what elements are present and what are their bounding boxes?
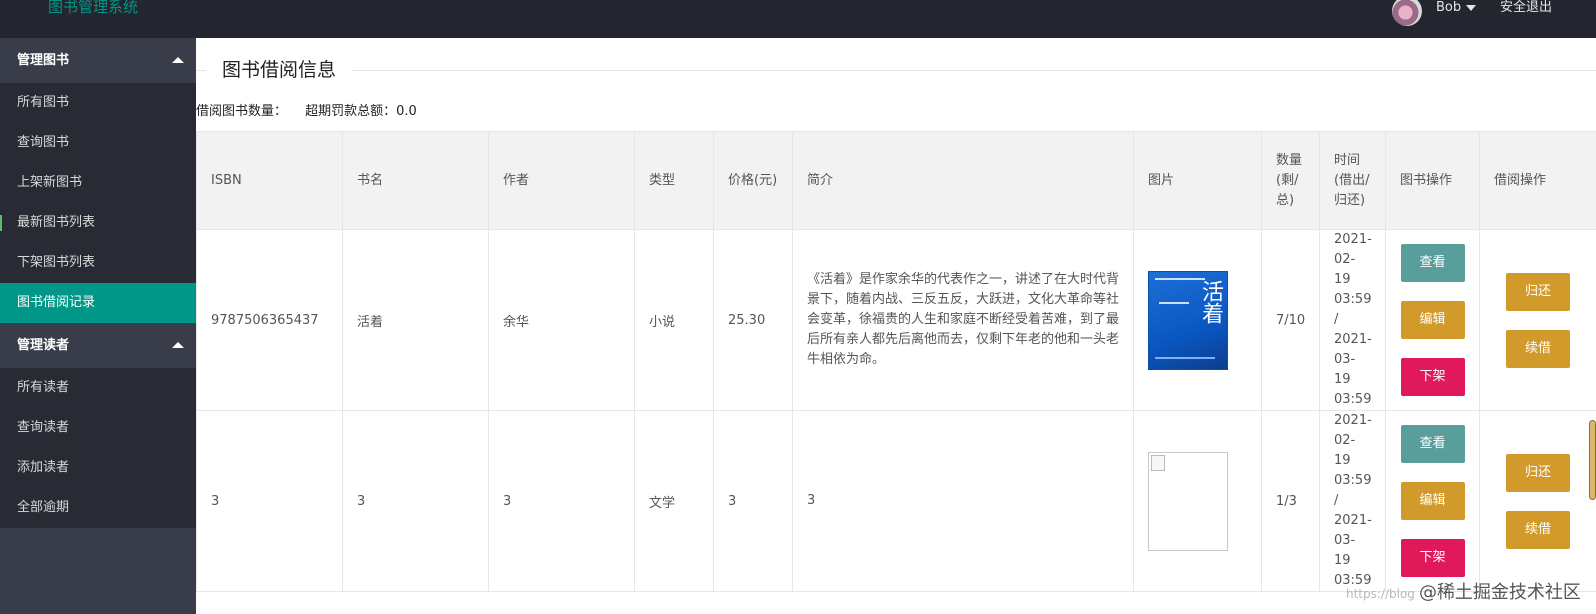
sidebar-item-add-book[interactable]: 上架新图书 — [0, 163, 196, 203]
cell-book-actions: 查看 编辑 下架 — [1385, 410, 1480, 592]
watermark: https://blog @稀土掘金技术社区 — [1346, 584, 1581, 602]
edit-button[interactable]: 编辑 — [1400, 482, 1465, 520]
broken-image-glyph — [1151, 454, 1165, 471]
broken-image-icon — [1148, 451, 1228, 551]
renew-button[interactable]: 续借 — [1506, 329, 1570, 368]
nav-group-label: 管理读者 — [17, 338, 70, 353]
cell-isbn: 9787506365437 — [196, 229, 343, 411]
col-header-author: 作者 — [488, 131, 635, 230]
sidebar-item-add-reader[interactable]: 添加读者 — [0, 448, 196, 488]
scrollbar-thumb[interactable] — [1589, 420, 1596, 500]
cover-title-graphic: 活着 — [1198, 279, 1223, 324]
col-header-borrow-actions: 借阅操作 — [1479, 131, 1596, 230]
chevron-up-icon — [172, 342, 184, 348]
sidebar-item-search-readers[interactable]: 查询读者 — [0, 408, 196, 448]
col-header-time: 时间(借出/归还) — [1319, 131, 1386, 230]
cell-title: 活着 — [342, 229, 489, 411]
cell-intro: 3 — [792, 410, 1134, 592]
renew-button[interactable]: 续借 — [1506, 510, 1570, 549]
chevron-up-icon — [172, 57, 184, 63]
cell-image — [1133, 410, 1262, 592]
cell-borrow-actions: 归还 续借 — [1479, 410, 1596, 592]
borrow-table: ISBN 书名 作者 类型 价格(元) 简介 图片 数量(剩/总) 时间(借出/… — [196, 131, 1596, 592]
nav-group-manage-books[interactable]: 管理图书 — [0, 38, 196, 83]
cell-title: 3 — [342, 410, 489, 592]
fine-total-label: 超期罚款总额：0.0 — [305, 104, 417, 119]
return-button[interactable]: 归还 — [1506, 272, 1570, 311]
off-shelf-button[interactable]: 下架 — [1400, 539, 1465, 577]
main-content: 图书借阅信息 借阅图书数量： 超期罚款总额：0.0 ISBN 书名 作者 类型 … — [196, 38, 1596, 614]
sidebar-item-latest-books[interactable]: 最新图书列表 — [0, 203, 196, 243]
borrow-summary: 借阅图书数量： 超期罚款总额：0.0 — [196, 104, 431, 120]
edit-button[interactable]: 编辑 — [1400, 301, 1465, 339]
col-header-image: 图片 — [1133, 131, 1262, 230]
cell-price: 3 — [713, 410, 793, 592]
cell-time: 2021-02-19 03:59 / 2021-03-19 03:59 — [1319, 229, 1386, 411]
cell-quantity: 1/3 — [1261, 410, 1320, 592]
cover-line — [1159, 301, 1189, 304]
col-header-title: 书名 — [342, 131, 489, 230]
app-title[interactable]: 图书管理系统 — [48, 0, 138, 16]
divider — [196, 70, 1596, 71]
watermark-site: @稀土掘金技术社区 — [1418, 582, 1581, 603]
cover-line — [1155, 356, 1215, 359]
book-cover-image: 活着 — [1148, 270, 1228, 370]
cell-type: 文学 — [634, 410, 714, 592]
table-row: 9787506365437 活着 余华 小说 25.30 《活着》是作家余华的代… — [196, 229, 1596, 411]
page-title: 图书借阅信息 — [206, 56, 353, 84]
cell-intro: 《活着》是作家余华的代表作之一，讲述了在大时代背景下，随着内战、三反五反，大跃进… — [792, 229, 1134, 411]
sidebar-item-all-readers[interactable]: 所有读者 — [0, 368, 196, 408]
cell-quantity: 7/10 — [1261, 229, 1320, 411]
cell-isbn: 3 — [196, 410, 343, 592]
col-header-quantity: 数量(剩/总) — [1261, 131, 1320, 230]
nav-list-books: 所有图书 查询图书 上架新图书 最新图书列表 下架图书列表 图书借阅记录 — [0, 83, 196, 323]
return-button[interactable]: 归还 — [1506, 453, 1570, 492]
cell-image: 活着 — [1133, 229, 1262, 411]
logout-link[interactable]: 安全退出 — [1500, 0, 1552, 16]
user-name[interactable]: Bob — [1436, 0, 1461, 16]
cell-time: 2021-02-19 03:59 / 2021-03-19 03:59 — [1319, 410, 1386, 592]
sidebar-item-borrow-records[interactable]: 图书借阅记录 — [0, 283, 196, 323]
sidebar-item-offshelf-books[interactable]: 下架图书列表 — [0, 243, 196, 283]
cell-book-actions: 查看 编辑 下架 — [1385, 229, 1480, 411]
user-avatar[interactable] — [1392, 0, 1422, 26]
nav-group-label: 管理图书 — [17, 53, 70, 68]
sidebar: 管理图书 所有图书 查询图书 上架新图书 最新图书列表 下架图书列表 图书借阅记… — [0, 38, 196, 614]
view-button[interactable]: 查看 — [1400, 425, 1465, 463]
cell-author: 3 — [488, 410, 635, 592]
col-header-price: 价格(元) — [713, 131, 793, 230]
caret-down-icon[interactable] — [1466, 5, 1476, 11]
borrow-count-label: 借阅图书数量： — [196, 104, 288, 119]
cell-author: 余华 — [488, 229, 635, 411]
sidebar-item-overdue[interactable]: 全部逾期 — [0, 488, 196, 528]
top-bar: 图书管理系统 Bob 安全退出 — [0, 0, 1596, 38]
table-header-row: ISBN 书名 作者 类型 价格(元) 简介 图片 数量(剩/总) 时间(借出/… — [196, 131, 1596, 230]
table-row: 3 3 3 文学 3 3 1/3 2021-02-19 03:59 / 2021… — [196, 410, 1596, 592]
sidebar-item-all-books[interactable]: 所有图书 — [0, 83, 196, 123]
col-header-intro: 简介 — [792, 131, 1134, 230]
cell-type: 小说 — [634, 229, 714, 411]
off-shelf-button[interactable]: 下架 — [1400, 358, 1465, 396]
col-header-type: 类型 — [634, 131, 714, 230]
nav-group-manage-readers[interactable]: 管理读者 — [0, 323, 196, 368]
cell-borrow-actions: 归还 续借 — [1479, 229, 1596, 411]
view-button[interactable]: 查看 — [1400, 244, 1465, 282]
cell-price: 25.30 — [713, 229, 793, 411]
watermark-url: https://blog — [1346, 587, 1415, 601]
nav-list-readers: 所有读者 查询读者 添加读者 全部逾期 — [0, 368, 196, 528]
sidebar-item-search-books[interactable]: 查询图书 — [0, 123, 196, 163]
col-header-book-actions: 图书操作 — [1385, 131, 1480, 230]
col-header-isbn: ISBN — [196, 131, 343, 230]
